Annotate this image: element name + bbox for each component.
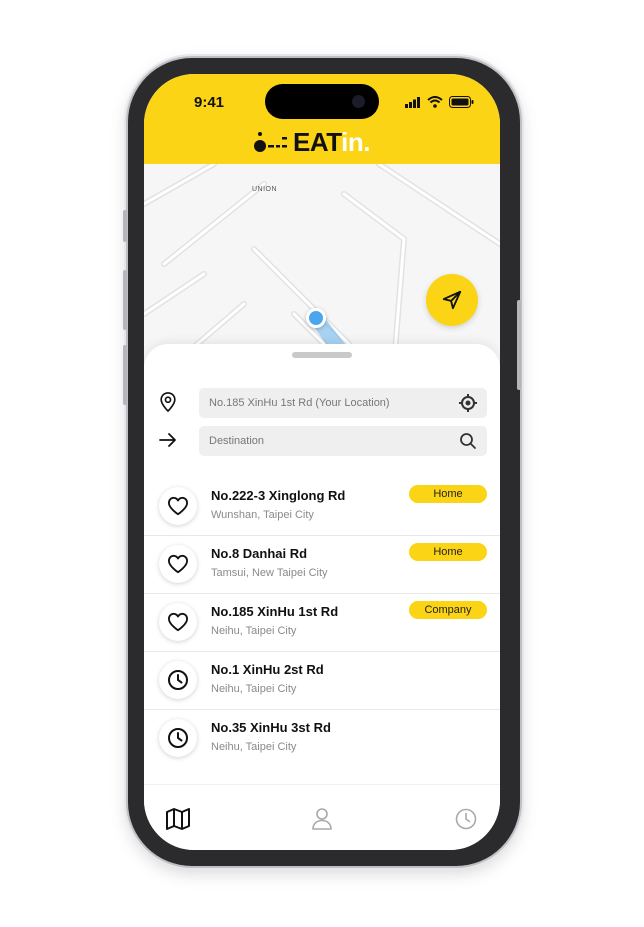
bottom-tab-bar <box>144 784 500 850</box>
list-item[interactable]: No.185 XinHu 1st Rd Neihu, Taipei City C… <box>144 594 500 652</box>
list-item[interactable]: No.8 Danhai Rd Tamsui, New Taipei City H… <box>144 536 500 594</box>
destination-placeholder: Destination <box>209 435 265 447</box>
place-title: No.8 Danhai Rd <box>211 546 308 561</box>
tab-history[interactable] <box>452 805 480 833</box>
side-button <box>123 270 127 330</box>
map-streets <box>144 164 500 364</box>
map-view[interactable]: UNION <box>144 164 500 364</box>
status-time: 9:41 <box>194 94 225 111</box>
clock-icon <box>455 808 477 830</box>
origin-field[interactable]: No.185 XinHu 1st Rd (Your Location) <box>199 388 487 418</box>
side-button <box>517 300 521 390</box>
heart-icon[interactable] <box>159 487 197 525</box>
place-title: No.185 XinHu 1st Rd <box>211 604 339 619</box>
arrow-right-icon <box>158 430 178 450</box>
sheet-drag-handle[interactable] <box>292 352 352 358</box>
side-button <box>123 345 127 405</box>
logo-accent-text: in. <box>341 127 370 157</box>
app-header: 9:41 EATin. <box>144 74 500 164</box>
list-item[interactable]: No.35 XinHu 3st Rd Neihu, Taipei City <box>144 710 500 768</box>
place-tag-badge: Home <box>409 543 487 561</box>
battery-icon <box>449 96 474 108</box>
place-subtitle: Tamsui, New Taipei City <box>211 567 328 579</box>
eatin-logo: EATin. <box>252 129 370 155</box>
route-sheet: No.185 XinHu 1st Rd (Your Location) Dest… <box>144 344 500 784</box>
place-subtitle: Neihu, Taipei City <box>211 625 297 637</box>
origin-value: No.185 XinHu 1st Rd (Your Location) <box>209 397 390 409</box>
signal-icon <box>405 96 420 108</box>
place-title: No.1 XinHu 2st Rd <box>211 662 324 677</box>
place-subtitle: Neihu, Taipei City <box>211 683 297 695</box>
places-list: No.222-3 Xinglong Rd Wunshan, Taipei Cit… <box>144 478 500 768</box>
dynamic-island <box>265 84 379 119</box>
list-item[interactable]: No.222-3 Xinglong Rd Wunshan, Taipei Cit… <box>144 478 500 536</box>
heart-icon[interactable] <box>159 603 197 641</box>
place-subtitle: Neihu, Taipei City <box>211 741 297 753</box>
status-icons <box>405 96 474 108</box>
clock-icon <box>159 661 197 699</box>
place-title: No.222-3 Xinglong Rd <box>211 488 346 503</box>
tab-map[interactable] <box>164 805 192 833</box>
logo-text: EAT <box>293 127 342 157</box>
location-pin-icon <box>158 392 178 412</box>
map-icon <box>166 808 190 830</box>
place-tag-badge: Company <box>409 601 487 619</box>
place-title: No.35 XinHu 3st Rd <box>211 720 331 735</box>
destination-field[interactable]: Destination <box>199 426 487 456</box>
current-location-dot <box>306 308 326 328</box>
map-label: UNION <box>252 186 278 193</box>
user-icon <box>312 808 332 830</box>
heart-icon[interactable] <box>159 545 197 583</box>
locate-me-icon[interactable] <box>458 393 478 413</box>
list-item[interactable]: No.1 XinHu 2st Rd Neihu, Taipei City <box>144 652 500 710</box>
place-subtitle: Wunshan, Taipei City <box>211 509 314 521</box>
search-icon[interactable] <box>458 431 478 451</box>
side-button <box>123 210 127 242</box>
logo-mark-icon <box>254 132 287 152</box>
tab-profile[interactable] <box>308 805 336 833</box>
clock-icon <box>159 719 197 757</box>
navigate-button[interactable] <box>426 274 478 326</box>
app-screen: UNION 9:41 EATin. No.185 XinHu 1st Rd (Y… <box>144 74 500 850</box>
place-tag-badge: Home <box>409 485 487 503</box>
wifi-icon <box>427 96 443 108</box>
send-arrow-icon <box>442 290 462 310</box>
